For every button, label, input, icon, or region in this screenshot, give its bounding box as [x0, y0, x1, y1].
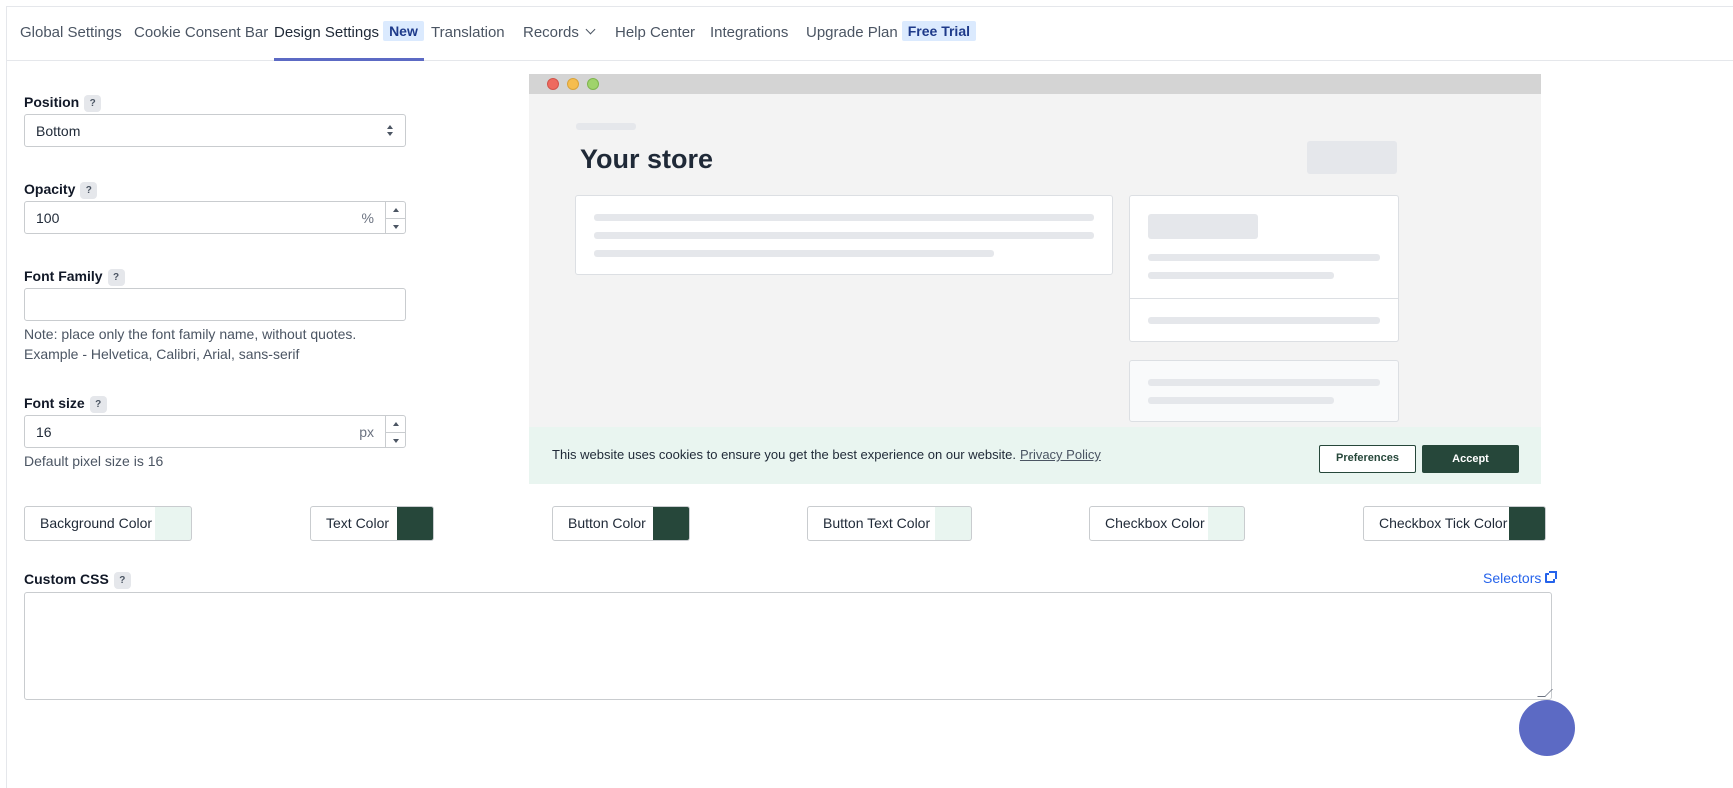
browser-titlebar — [529, 74, 1541, 94]
help-icon[interactable]: ? — [80, 182, 98, 199]
skeleton-heading — [1148, 214, 1258, 239]
opacity-label: Opacity? — [24, 181, 98, 199]
skeleton-line — [1148, 254, 1380, 261]
position-label: Position? — [24, 94, 102, 112]
font-size-value: 16 — [36, 424, 52, 440]
privacy-policy-link[interactable]: Privacy Policy — [1020, 447, 1101, 462]
opacity-stepper — [385, 202, 405, 233]
text-color-button[interactable]: Text Color — [310, 506, 406, 541]
tab-records[interactable]: Records — [523, 7, 596, 61]
accept-button[interactable]: Accept — [1422, 445, 1519, 473]
font-size-input[interactable]: 16 px — [24, 415, 406, 448]
store-title: Your store — [580, 144, 714, 174]
font-size-note: Default pixel size is 16 — [24, 453, 164, 469]
maximize-dot-icon — [587, 78, 599, 90]
top-nav: Global Settings Cookie Consent Bar Desig… — [7, 7, 1733, 61]
decrement-button[interactable] — [386, 431, 405, 448]
font-family-input[interactable] — [24, 288, 406, 321]
skeleton-line — [594, 232, 1094, 239]
button-color-button[interactable]: Button Color — [552, 506, 662, 541]
skeleton-line — [594, 250, 994, 257]
checkbox-tick-color-button[interactable]: Checkbox Tick Color — [1363, 506, 1524, 541]
skeleton-card-side — [1129, 195, 1399, 342]
opacity-unit: % — [361, 210, 374, 226]
preferences-button[interactable]: Preferences — [1319, 445, 1416, 473]
chat-launcher-button[interactable] — [1519, 700, 1575, 756]
checkbox-tick-color-swatch[interactable] — [1509, 506, 1546, 541]
new-badge: New — [383, 21, 424, 41]
arrow-up-icon — [393, 208, 399, 212]
selectors-link[interactable]: Selectors — [1483, 570, 1558, 586]
background-color-button[interactable]: Background Color — [24, 506, 169, 541]
decrement-button[interactable] — [386, 217, 405, 234]
button-color-swatch[interactable] — [653, 506, 690, 541]
skeleton-line — [1148, 397, 1334, 404]
skeleton-button — [1307, 141, 1397, 174]
tab-integrations[interactable]: Integrations — [710, 7, 788, 61]
font-family-note: Note: place only the font family name, w… — [24, 326, 357, 362]
free-trial-badge: Free Trial — [901, 21, 976, 41]
font-size-stepper — [385, 416, 405, 447]
button-text-color-button[interactable]: Button Text Color — [807, 506, 947, 541]
skeleton-breadcrumb — [576, 123, 636, 130]
skeleton-card-main — [575, 195, 1113, 275]
font-size-label: Font size? — [24, 395, 107, 413]
checkbox-color-swatch[interactable] — [1208, 506, 1245, 541]
cookie-message: This website uses cookies to ensure you … — [552, 447, 1101, 462]
tab-upgrade-plan[interactable]: Upgrade Plan Free Trial — [806, 7, 976, 61]
minimize-dot-icon — [567, 78, 579, 90]
skeleton-line — [1148, 317, 1380, 324]
custom-css-label: Custom CSS? — [24, 571, 131, 589]
checkbox-color-button[interactable]: Checkbox Color — [1089, 506, 1221, 541]
select-arrows-icon — [387, 125, 393, 139]
tab-design-settings[interactable]: Design Settings New — [274, 7, 424, 61]
background-color-swatch[interactable] — [155, 506, 192, 541]
position-value: Bottom — [36, 123, 81, 139]
help-icon[interactable]: ? — [113, 572, 131, 589]
cookie-consent-bar: This website uses cookies to ensure you … — [529, 427, 1541, 484]
arrow-down-icon — [393, 438, 399, 443]
increment-button[interactable] — [386, 202, 405, 218]
tab-translation[interactable]: Translation — [431, 7, 505, 61]
opacity-input[interactable]: 100 % — [24, 201, 406, 234]
chevron-down-icon — [585, 24, 596, 35]
arrow-down-icon — [393, 224, 399, 229]
custom-css-textarea[interactable] — [24, 592, 1553, 700]
tab-cookie-consent-bar[interactable]: Cookie Consent Bar — [134, 7, 268, 61]
resize-handle-icon[interactable] — [1537, 689, 1553, 697]
font-size-unit: px — [359, 424, 374, 440]
help-icon[interactable]: ? — [89, 396, 107, 413]
help-icon[interactable]: ? — [107, 269, 125, 286]
text-color-swatch[interactable] — [397, 506, 434, 541]
opacity-value: 100 — [36, 210, 60, 226]
close-dot-icon — [547, 78, 559, 90]
external-link-icon — [1545, 571, 1558, 583]
help-icon[interactable]: ? — [84, 95, 102, 112]
font-family-label: Font Family? — [24, 268, 125, 286]
divider — [1130, 298, 1398, 299]
position-select[interactable]: Bottom — [24, 114, 406, 147]
tab-help-center[interactable]: Help Center — [615, 7, 695, 61]
button-text-color-swatch[interactable] — [935, 506, 972, 541]
skeleton-line — [1148, 379, 1380, 386]
app-frame: Global Settings Cookie Consent Bar Desig… — [6, 6, 1733, 788]
arrow-up-icon — [393, 422, 399, 426]
cookie-bar-preview: Your store This website uses cookies to … — [529, 74, 1541, 484]
skeleton-card-bottom — [1129, 360, 1399, 422]
tab-global-settings[interactable]: Global Settings — [20, 7, 122, 61]
increment-button[interactable] — [386, 416, 405, 432]
skeleton-line — [1148, 272, 1334, 279]
skeleton-line — [594, 214, 1094, 221]
